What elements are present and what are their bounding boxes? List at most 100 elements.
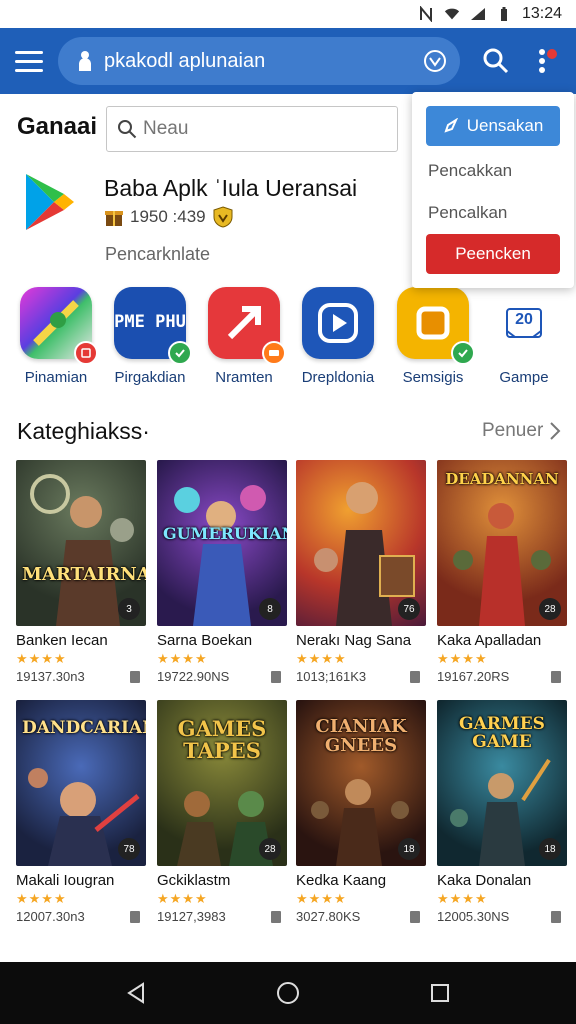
download-icon[interactable] [130,670,140,683]
game-card[interactable]: GUMERUKIAN 8 Sarna Boekan ★★★★ 19722.90N… [157,460,287,684]
game-cover-title: DANDCARIAN [22,718,146,738]
signal-icon [470,6,486,22]
app-item[interactable]: Drepldonia [288,287,388,386]
back-triangle-icon [127,982,144,1004]
hamburger-icon-line [15,59,43,63]
game-cover-title: GUMERUKIAN [163,524,287,543]
update-badge-icon [262,341,286,365]
download-icon[interactable] [271,670,281,683]
app-label: Pirgakdian [114,369,186,386]
game-stats: 19127,3983 [157,909,226,924]
back-button[interactable] [116,973,156,1013]
age-rating-badge: 8 [259,598,281,620]
menu-button[interactable] [4,36,54,86]
game-stats: 19137.30n3 [16,669,85,684]
game-card[interactable]: DANDCARIAN 78 Makali Iougran ★★★★ 12007.… [16,700,146,924]
search-button[interactable] [474,39,518,83]
download-icon[interactable] [551,910,561,923]
game-title: Makali Iougran [16,872,115,889]
home-button[interactable] [268,973,308,1013]
game-meta: 19127,3983 [157,909,287,924]
app-label: Semsigis [402,369,464,386]
square-app-icon [397,287,475,365]
featured-app-subtitle: Pencarknlate [105,244,211,264]
game-cover-image: GUMERUKIAN 8 [157,460,287,626]
game-card[interactable]: GARMES GAME 18 Kaka Donalan ★★★★ 12005.3… [437,700,567,924]
download-icon[interactable] [410,910,420,923]
map-app-icon [20,287,98,365]
app-item[interactable]: Nramten [194,287,294,386]
home-circle-icon [277,982,299,1004]
download-icon[interactable] [130,910,140,923]
download-icon[interactable] [410,670,420,683]
dropdown-menu-item[interactable]: Pencalkan [426,192,560,234]
gift-icon [105,211,123,226]
game-cover-image: 76 [296,460,426,626]
app-screen: 13:24 Uensakan Pencakkan [0,0,576,1024]
age-rating-badge: 18 [539,838,561,860]
app-item[interactable]: Pinamian [6,287,106,386]
text-app-icon: PME PHU [114,287,192,365]
see-more-link[interactable]: Penuer [482,420,561,442]
app-tile-text: 20 [515,311,533,328]
game-title: Kaka Donalan [437,872,532,889]
wifi-icon [444,6,460,22]
download-icon[interactable] [271,910,281,923]
search-bar[interactable] [58,37,460,85]
dropdown-menu-item[interactable]: Pencakkan [426,150,560,192]
app-tile-text: PME PHU [114,312,186,333]
search-input[interactable] [104,49,422,73]
game-card[interactable]: CIANIAK GNEES 18 Kedka Kaang ★★★★ 3027.8… [296,700,426,924]
game-card[interactable]: MARTAIRNA 3 Banken Iecan ★★★★ 19137.30n3 [16,460,146,684]
game-stats: 19167.20RS [437,669,510,684]
star-rating: ★★★★ [296,651,347,666]
age-rating-badge: 78 [118,838,140,860]
app-item[interactable]: PME PHU Pirgakdian [100,287,200,386]
age-rating-badge: 3 [118,598,140,620]
app-label: Nramten [215,369,273,386]
game-card[interactable]: DEADANNAN 28 Kaka Apalladan ★★★★ 19167.2… [437,460,567,684]
system-nav-bar [0,962,576,1024]
app-item[interactable]: Semsigis [383,287,483,386]
star-rating: ★★★★ [437,651,488,666]
filter-input[interactable] [143,118,383,140]
game-cover-title: DEADANNAN [445,470,559,488]
download-icon[interactable] [551,670,561,683]
game-title: Nerakı Nag Sana [296,632,412,649]
overflow-dropdown-menu: Uensakan Pencakkan Pencalkan Peencken [412,92,574,288]
play-store-logo-icon[interactable] [24,172,76,232]
game-card[interactable]: 76 Nerakı Nag Sana ★★★★ 1013;161K3 [296,460,426,684]
app-label: Gampe [499,369,549,386]
game-title: Gckiklastm [157,872,231,889]
game-cover-image: DEADANNAN 28 [437,460,567,626]
game-title: Kedka Kaang [296,872,387,889]
app-item[interactable]: 20 Gampe [474,287,574,386]
game-title: Sarna Boekan [157,632,253,649]
app-bar [0,28,576,94]
dropdown-primary-button[interactable]: Uensakan [426,106,560,146]
filter-field[interactable] [106,106,398,152]
recents-button[interactable] [420,973,460,1013]
star-rating: ★★★★ [437,891,488,906]
more-options-button[interactable] [524,39,568,83]
dropdown-danger-button[interactable]: Peencken [426,234,560,274]
game-stats: 12007.30n3 [16,909,85,924]
game-cover-title: CIANIAK GNEES [315,716,407,756]
game-cover-title: GAMES TAPES [177,716,267,764]
game-card[interactable]: GAMES TAPES 28 Gckiklastm ★★★★ 19127,398… [157,700,287,924]
status-bar: 13:24 [0,0,576,28]
game-cover-image: DANDCARIAN 78 [16,700,146,866]
star-rating: ★★★★ [16,651,67,666]
page-title: Ganaai [17,113,98,140]
recents-square-icon [431,984,449,1002]
age-rating-badge: 76 [398,598,420,620]
app-label: Drepldonia [301,369,375,386]
game-stats: 3027.80KS [296,909,361,924]
game-meta: 19722.90NS [157,669,287,684]
featured-app-title[interactable]: Baba Aplk ˈIula Ueransai [104,175,357,202]
search-icon [483,48,509,74]
check-circle-icon[interactable] [422,48,448,74]
game-cover-title: MARTAIRNA [22,564,146,585]
battery-icon [496,6,512,22]
star-rating: ★★★★ [16,891,67,906]
